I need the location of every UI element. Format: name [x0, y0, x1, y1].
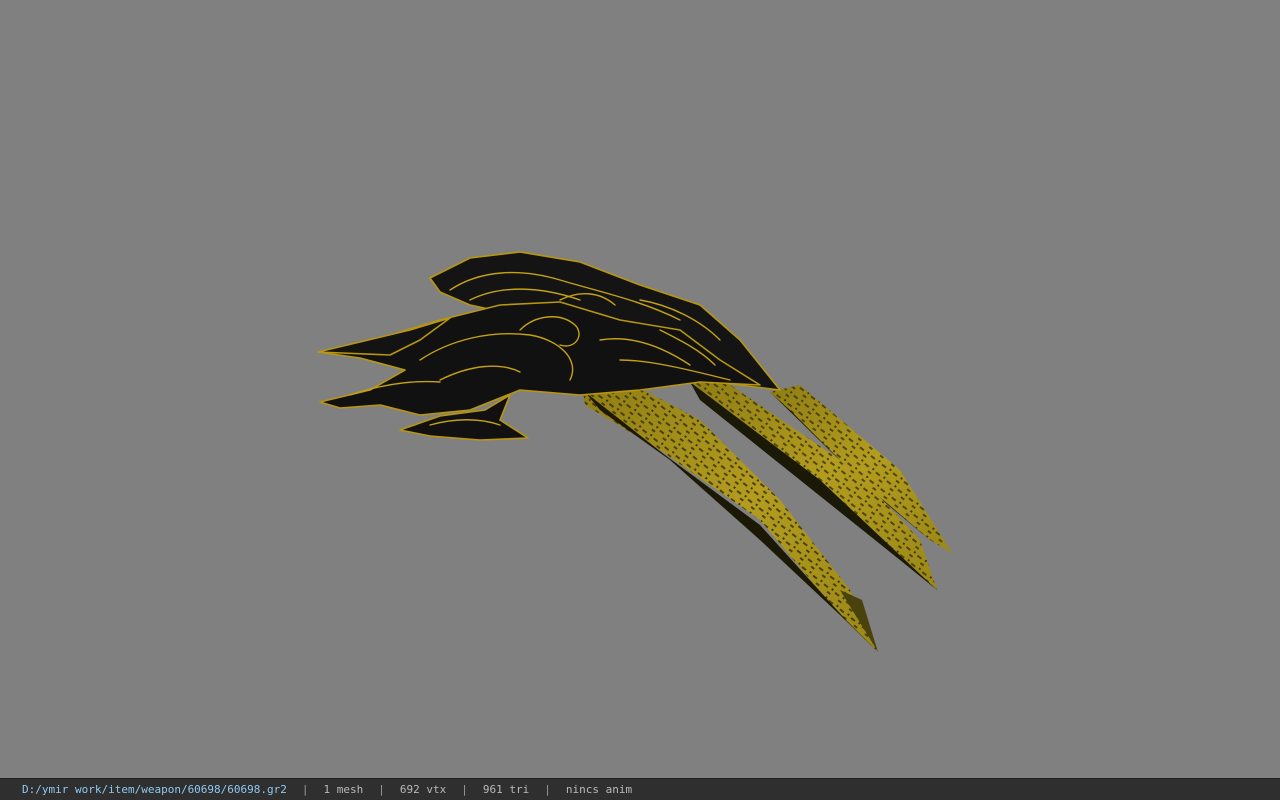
separator: | — [461, 783, 468, 796]
animation-status: nincs anim — [565, 783, 633, 796]
mesh-count: 1 mesh — [323, 783, 364, 796]
separator: | — [544, 783, 551, 796]
separator: | — [301, 783, 309, 796]
separator: | — [378, 783, 385, 796]
3d-viewport[interactable] — [0, 0, 1280, 778]
weapon-model — [317, 251, 952, 652]
status-bar: D:/ymir work/item/weapon/60698/60698.gr2… — [0, 778, 1280, 800]
triangle-count: 961 tri — [482, 783, 530, 796]
claw-guard — [317, 251, 781, 441]
vertex-count: 692 vtx — [399, 783, 447, 796]
file-path: D:/ymir work/item/weapon/60698/60698.gr2 — [22, 783, 287, 796]
